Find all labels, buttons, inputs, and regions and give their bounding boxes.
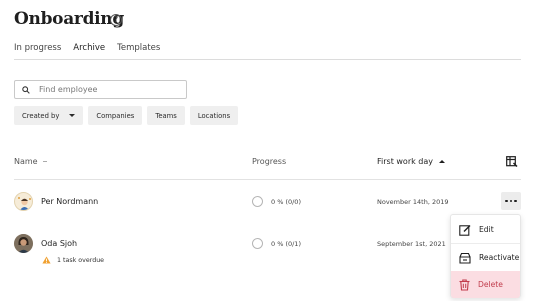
first-work-day: November 14th, 2019 <box>377 198 449 206</box>
menu-item-edit-label: Edit <box>479 225 494 234</box>
column-header-name-label: Name <box>14 157 38 166</box>
dot <box>509 199 513 203</box>
filter-teams[interactable]: Teams <box>147 106 185 125</box>
progress-text: 0 % (0/0) <box>271 198 301 206</box>
avatar <box>14 192 33 211</box>
dot <box>514 199 517 203</box>
menu-item-delete[interactable]: Delete <box>451 271 520 298</box>
edit-icon <box>459 224 471 236</box>
row-actions-menu: Edit Reactivate Delete <box>450 214 521 298</box>
first-work-day: September 1st, 2021 <box>377 240 446 248</box>
progress-ring <box>252 196 263 207</box>
column-header-first-work-day[interactable]: First work day <box>377 157 445 166</box>
filter-companies-label: Companies <box>96 111 135 120</box>
menu-item-reactivate[interactable]: Reactivate <box>451 244 520 271</box>
filter-locations-label: Locations <box>197 111 231 120</box>
header-divider <box>14 179 521 180</box>
column-settings-icon[interactable] <box>506 156 518 167</box>
tab-bar: In progress Archive Templates <box>14 43 172 60</box>
avatar <box>14 234 33 253</box>
dot <box>505 199 508 203</box>
employee-name[interactable]: Oda Sjoh <box>41 239 77 248</box>
more-options-button[interactable] <box>501 192 521 210</box>
help-icon[interactable]: ? <box>110 14 122 26</box>
chevron-down-icon <box>69 114 76 117</box>
sort-icon <box>42 161 47 162</box>
filter-bar: Created by Companies Teams Locations <box>14 106 243 125</box>
sort-ascending-icon <box>439 160 445 163</box>
filter-companies[interactable]: Companies <box>88 106 143 125</box>
tab-in-progress[interactable]: In progress <box>14 43 61 60</box>
column-header-name[interactable]: Name <box>14 157 47 166</box>
column-header-progress[interactable]: Progress <box>252 157 286 166</box>
menu-item-delete-label: Delete <box>478 280 503 289</box>
column-header-first-work-day-label: First work day <box>377 157 433 166</box>
tab-templates[interactable]: Templates <box>117 43 160 60</box>
progress-text: 0 % (0/1) <box>271 240 301 248</box>
filter-locations[interactable]: Locations <box>189 106 239 125</box>
search-input[interactable] <box>39 85 179 94</box>
progress-ring <box>252 238 263 249</box>
search-box[interactable] <box>14 80 187 99</box>
filter-teams-label: Teams <box>155 111 177 120</box>
trash-icon <box>459 278 470 291</box>
filter-created-by[interactable]: Created by <box>14 106 84 125</box>
filter-created-by-label: Created by <box>22 111 60 120</box>
overdue-warning-text: 1 task overdue <box>57 256 105 264</box>
reactivate-icon <box>459 252 471 264</box>
employee-name[interactable]: Per Nordmann <box>41 197 98 206</box>
overdue-warning: 1 task overdue <box>42 256 104 264</box>
search-icon <box>22 85 30 94</box>
menu-item-reactivate-label: Reactivate <box>479 253 520 262</box>
tabs-divider <box>14 58 521 60</box>
page-title: Onboarding <box>14 9 124 29</box>
warning-icon <box>42 256 51 264</box>
tab-archive[interactable]: Archive <box>73 43 106 60</box>
menu-item-edit[interactable]: Edit <box>451 216 520 243</box>
